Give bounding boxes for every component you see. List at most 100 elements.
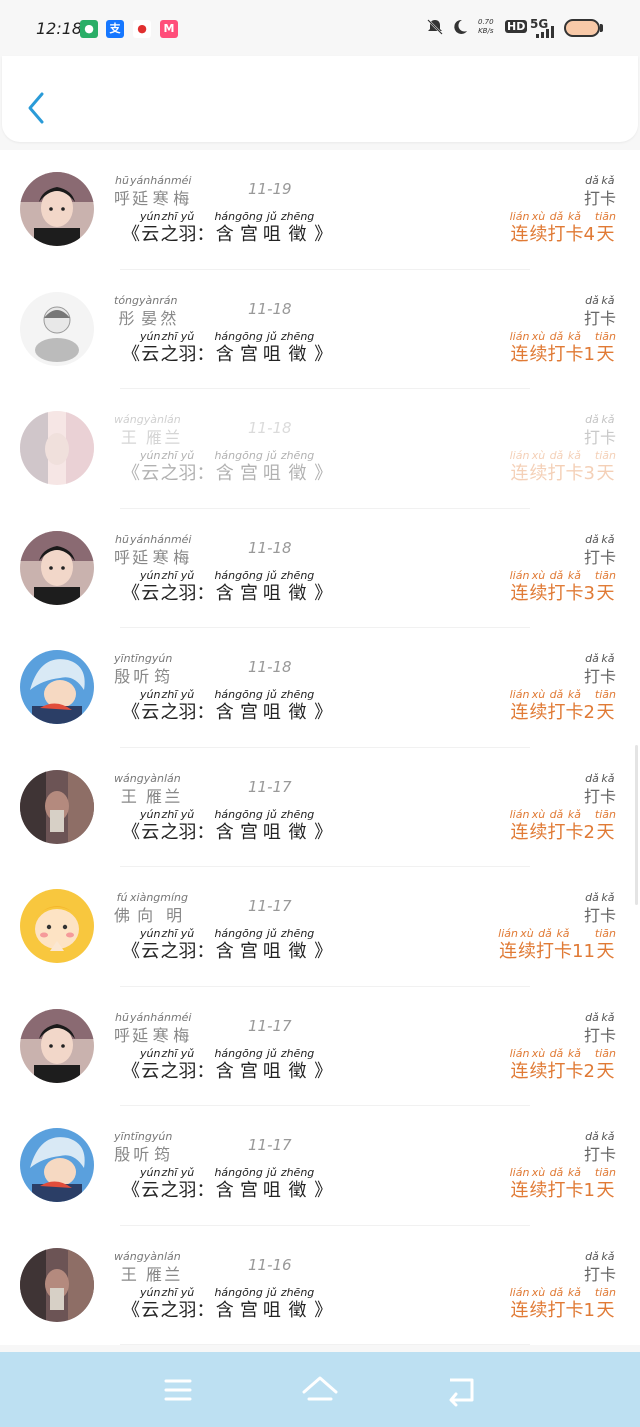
avatar[interactable] [20,650,94,724]
pinyin: zhī [161,1166,178,1179]
pinyin: kǎ [601,174,615,187]
ruby-char: hū 呼 [114,1011,130,1047]
avatar[interactable] [20,172,94,246]
pinyin: yàn [143,1249,164,1263]
pinyin: zhī [161,927,178,940]
ruby-char: hán 含 [214,330,235,366]
ruby-char: 2 [583,808,594,844]
pinyin: hū [115,1010,129,1024]
user-name: yīn 殷 tīng 听 yún 筠 [114,652,172,692]
list-item[interactable]: wáng 王 yàn 雁 lán 兰 11-18 《 yún 云 zhī 之 yǔ 羽 ： hán 含 gō… [0,389,640,509]
hanzi: 之 [160,702,179,723]
list-item[interactable]: tóng 彤 yàn 晏 rán 然 11-18 《 yún 云 zhī 之 yǔ 羽 ： hán 含 gō… [0,269,640,389]
hanzi: 含 [215,1060,234,1082]
avatar[interactable] [20,411,94,485]
ruby-char: yún 云 [140,1286,160,1322]
ruby-char: 11 [572,927,595,963]
home-button[interactable] [300,1372,340,1408]
ruby-char: zhēng 徵 [281,210,314,246]
pinyin: xù [531,807,546,821]
hanzi: 含 [215,582,234,604]
hanzi: 向 [137,906,154,925]
list-item[interactable]: hū 呼 yán 延 hán 寒 méi 梅 11-19 《 yún 云 zhī 之 yǔ 羽 ： hán 含… [0,150,640,270]
hanzi: 筠 [154,667,171,686]
pinyin: jǔ [266,329,277,343]
ruby-char: tiān 天 [595,1166,616,1202]
ruby-char: hán 含 [214,569,235,605]
list-item[interactable]: yīn 殷 tīng 听 yún 筠 11-18 《 yún 云 zhī 之 yǔ 羽 ： hán 含 gō… [0,628,640,748]
ruby-char: zhēng 徵 [281,688,314,724]
pinyin: xù [531,1046,546,1060]
ruby-char: tīng 听 [131,1130,152,1166]
ruby-char: yún 云 [140,927,160,963]
pinyin: dǎ [585,293,599,307]
hanzi: 呼 [114,189,131,208]
course-title: 《 yún 云 zhī 之 yǔ 羽 ： hán 含 gōng 宫 jǔ 咀 zhēng 徵》 [122,688,332,732]
pinyin: dǎ [549,568,564,582]
hanzi: 天 [596,1060,615,1082]
hanzi: 打 [547,1060,566,1082]
hanzi: 云 [141,463,160,484]
pinyin: tóng [114,293,139,307]
pinyin: xù [531,1285,546,1299]
ruby-char: fú 佛 [114,891,130,927]
back-button[interactable] [24,86,52,126]
ruby-char: zhēng 徵 [281,1166,314,1202]
ruby-char: 2 [583,1047,594,1083]
hanzi: 梅 [173,189,190,208]
avatar[interactable] [20,889,94,963]
hanzi: 宫 [239,821,258,843]
pinyin: yún [140,1046,161,1060]
list-item[interactable]: fú 佛 xiàng 向 míng 明 11-17 《 yún 云 zhī 之 yǔ 羽 ： hán 含 g… [0,867,640,987]
pinyin: hán [214,449,236,462]
ruby-char: wáng 王 [114,1250,144,1286]
pinyin [583,688,594,702]
pinyin: tiān [594,449,616,462]
pinyin: gōng [235,210,263,223]
hanzi: 续 [529,582,548,604]
checkin-list: hū 呼 yán 延 hán 寒 méi 梅 11-19 《 yún 云 zhī 之 yǔ 羽 ： hán 含… [0,150,640,1345]
list-item[interactable]: hū 呼 yán 延 hán 寒 méi 梅 11-17 《 yún 云 zhī 之 yǔ 羽 ： hán 含… [0,986,640,1106]
row-content: wáng 王 yàn 雁 lán 兰 11-17 《 yún 云 zhī 之 yǔ 羽 ： hán 含 gō… [0,748,640,868]
avatar[interactable] [20,530,94,605]
pinyin: kǎ [601,293,615,307]
hanzi: 羽 [178,821,197,843]
ruby-char: yún 云 [140,1047,160,1083]
hanzi: 天 [596,1180,615,1201]
avatar[interactable] [20,1128,94,1202]
hanzi: 续 [529,821,548,843]
pinyin [583,210,594,224]
list-item[interactable]: hū 呼 yán 延 hán 寒 méi 梅 11-18 《 yún 云 zhī 之 yǔ 羽 ： hán 含… [0,508,640,628]
list-item[interactable]: wáng 王 yàn 雁 lán 兰 11-17 《 yún 云 zhī 之 yǔ 羽 ： hán 含 gō… [0,747,640,868]
avatar[interactable] [20,291,94,366]
ruby-char: lián 连 [498,927,518,963]
ruby-char: kǎ 卡 [600,1250,616,1286]
pinyin: zhēng [280,210,315,223]
pinyin: lián [498,927,518,940]
ruby-char: méi 梅 [171,174,192,210]
avatar[interactable] [20,1008,94,1083]
close-bracket: 》 [314,463,333,484]
ruby-char: ： [196,1286,214,1322]
hanzi: ： [196,1180,215,1201]
hanzi: 梅 [173,547,190,567]
ruby-char: xù 续 [529,449,547,485]
hanzi: 咀 [262,463,281,484]
pinyin: dǎ [585,1010,599,1024]
ruby-char: xù 续 [529,1166,547,1202]
hanzi: 卡 [565,582,584,604]
list-item[interactable]: yīn 殷 tīng 听 yún 筠 11-17 《 yún 云 zhī 之 yǔ 羽 ： hán 含 gō… [0,1106,640,1226]
scrollbar[interactable] [635,745,638,905]
pinyin: méi [170,532,192,546]
menu-button[interactable] [158,1372,198,1408]
pinyin: hán [150,532,171,546]
pinyin: dǎ [585,652,599,665]
list-item[interactable]: wáng 王 yàn 雁 lán 兰 11-16 《 yún 云 zhī 之 yǔ 羽 ： hán 含 gō… [0,1225,640,1345]
ruby-char: ： [196,808,214,844]
close-bracket: 》 [314,1180,333,1201]
ruby-char: gōng 宫 [235,688,263,724]
return-button[interactable] [442,1372,482,1408]
pinyin: tiān [594,1285,616,1299]
avatar[interactable] [20,769,94,844]
avatar[interactable] [20,1247,94,1322]
